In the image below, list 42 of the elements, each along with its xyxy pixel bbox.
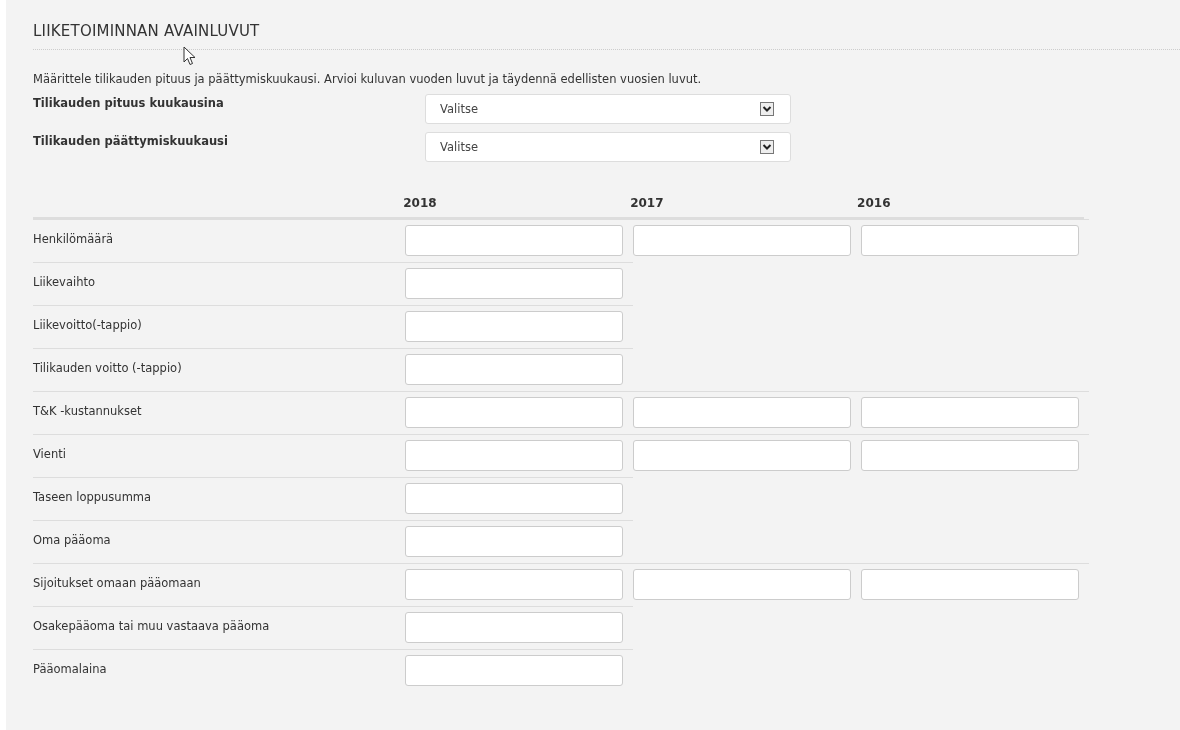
row-label: Vienti xyxy=(33,447,66,461)
dropdown[interactable]: Valitse xyxy=(425,94,791,124)
input-field[interactable] xyxy=(633,225,851,256)
input-field[interactable] xyxy=(405,225,623,256)
caret-icon xyxy=(760,102,774,116)
input-field[interactable] xyxy=(861,440,1079,471)
row-label: Taseen loppusumma xyxy=(33,490,152,504)
input-field[interactable] xyxy=(405,526,623,557)
column-header: 2016 xyxy=(857,196,891,210)
input-field[interactable] xyxy=(633,440,851,471)
input-field[interactable] xyxy=(405,397,623,428)
caret-icon xyxy=(760,140,774,154)
field-label: Tilikauden päättymiskuukausi xyxy=(33,134,229,148)
input-field[interactable] xyxy=(861,569,1079,600)
input-field[interactable] xyxy=(405,483,623,514)
row-label: Henkilömäärä xyxy=(33,232,114,246)
dropdown[interactable]: Valitse xyxy=(425,132,791,162)
row-label: Sijoitukset omaan pääomaan xyxy=(33,576,201,590)
row-label: Pääomalaina xyxy=(33,662,107,676)
input-field[interactable] xyxy=(405,612,623,643)
row-label: Osakepääoma tai muu vastaava pääoma xyxy=(33,619,270,633)
input-field[interactable] xyxy=(405,655,623,686)
input-field[interactable] xyxy=(405,311,623,342)
column-header: 2017 xyxy=(630,196,664,210)
input-field[interactable] xyxy=(633,397,851,428)
row-label: Tilikauden voitto (-tappio) xyxy=(33,361,182,375)
row-label: T&K -kustannukset xyxy=(33,404,142,418)
column-header: 2018 xyxy=(403,196,437,210)
section-title: LIIKETOIMINNAN AVAINLUVUT xyxy=(33,22,261,40)
cursor-icon xyxy=(183,46,197,66)
input-field[interactable] xyxy=(633,569,851,600)
input-field[interactable] xyxy=(405,569,623,600)
input-field[interactable] xyxy=(861,225,1079,256)
row-label: Liikevaihto xyxy=(33,275,95,289)
description-text: Määrittele tilikauden pituus ja päättymiskuukausi. Arvioi kuluvan vuoden luvut ja täydennä edellisten vuosien luvut. xyxy=(33,72,703,86)
input-field[interactable] xyxy=(405,440,623,471)
field-label: Tilikauden pituus kuukausina xyxy=(33,96,225,110)
input-field[interactable] xyxy=(405,354,623,385)
input-field[interactable] xyxy=(405,268,623,299)
row-label: Oma pääoma xyxy=(33,533,111,547)
row-label: Liikevoitto(-tappio) xyxy=(33,318,142,332)
input-field[interactable] xyxy=(861,397,1079,428)
